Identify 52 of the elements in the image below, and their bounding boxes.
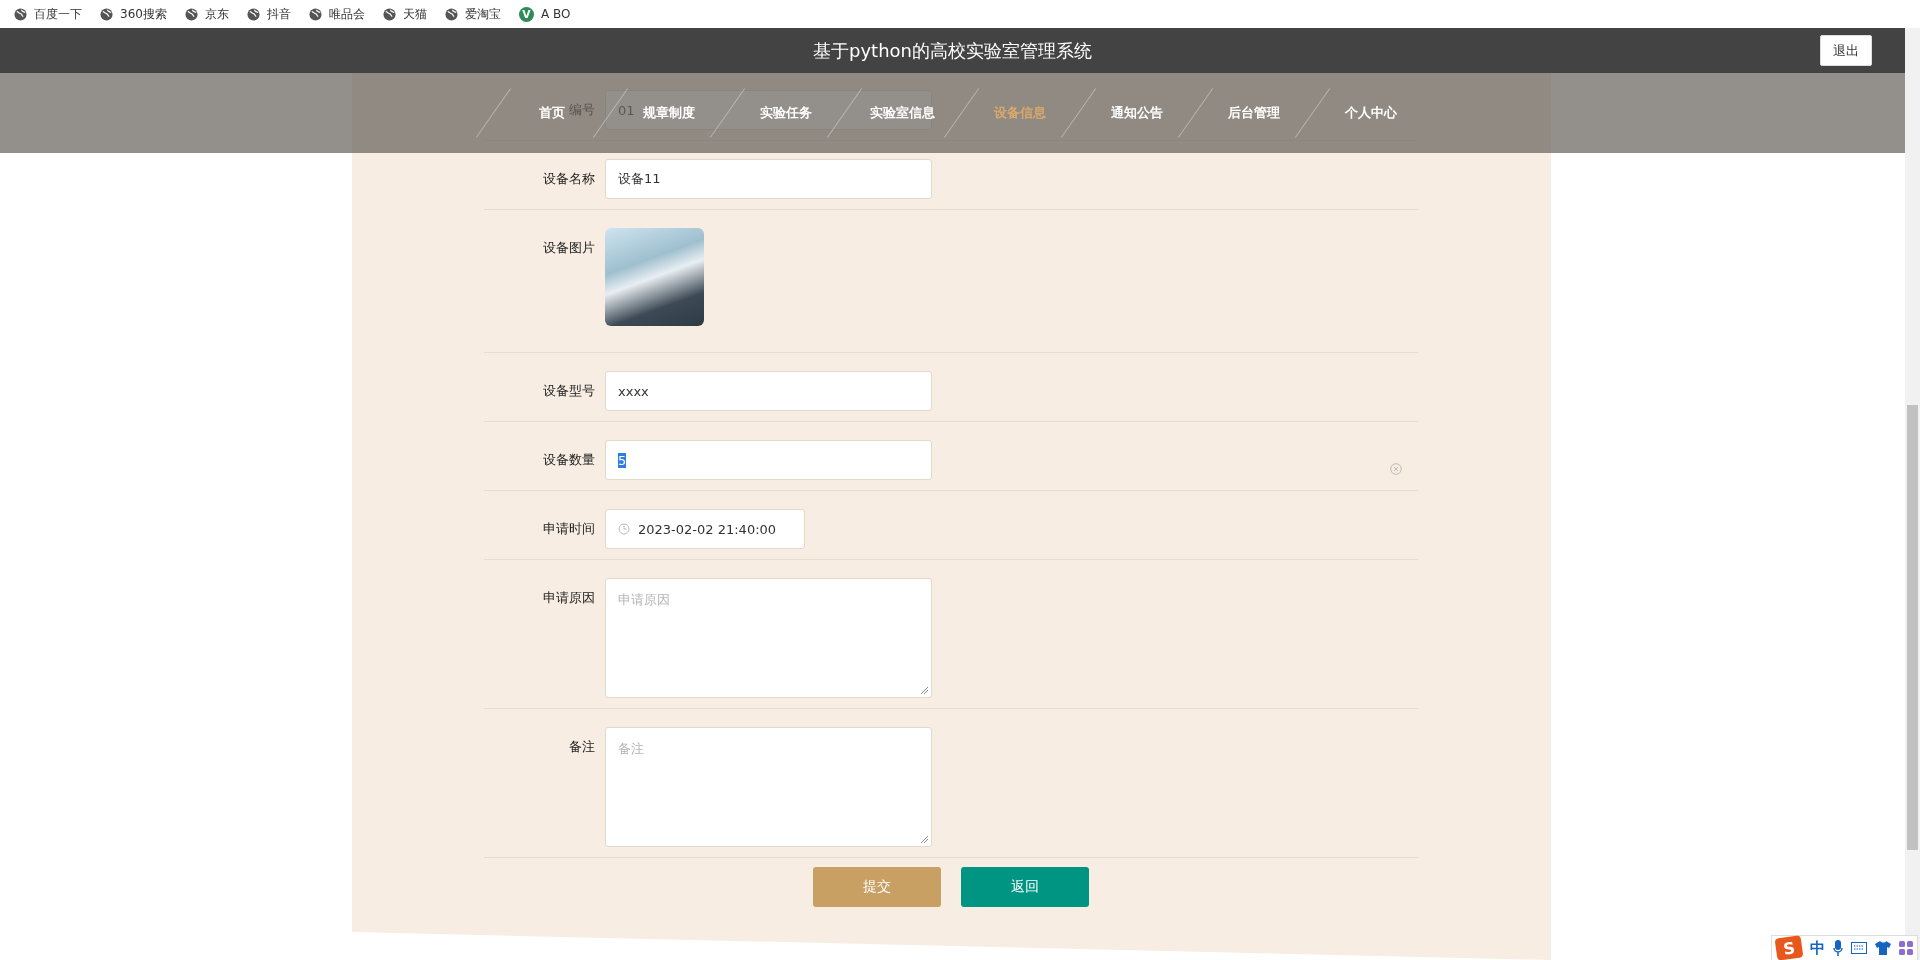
textarea-field[interactable]: 备注 xyxy=(605,727,932,847)
scrollbar[interactable] xyxy=(1905,28,1920,960)
bookmark-link[interactable]: 唯品会 xyxy=(308,5,365,23)
clock-icon xyxy=(618,523,630,535)
globe-icon xyxy=(100,7,113,21)
ime-logo[interactable]: S xyxy=(1774,935,1804,960)
nav-item[interactable]: 实验任务 xyxy=(759,104,812,122)
bookmark-link[interactable]: 爱淘宝 xyxy=(444,5,501,23)
nav-item[interactable]: 规章制度 xyxy=(642,104,695,122)
submit-button[interactable]: 提交 xyxy=(813,867,941,907)
nav-item[interactable]: 通知公告 xyxy=(1110,104,1163,122)
logout-button[interactable]: 退出 xyxy=(1820,35,1872,66)
globe-icon xyxy=(184,7,198,21)
keyboard-icon[interactable] xyxy=(1851,942,1867,954)
grid-icon[interactable] xyxy=(1899,941,1913,955)
field-label: 申请时间 xyxy=(543,520,595,538)
bookmark-link[interactable]: V A BO xyxy=(518,6,571,22)
field-label: 设备型号 xyxy=(543,382,595,400)
nav-item[interactable]: 后台管理 xyxy=(1227,104,1280,122)
scrollbar-thumb[interactable] xyxy=(1907,405,1918,850)
globe-icon xyxy=(246,7,260,21)
globe-icon xyxy=(382,7,396,21)
input-field[interactable]: xxxx xyxy=(605,371,932,411)
field-label: 编号 xyxy=(569,101,595,119)
bookmark-link[interactable]: 百度一下 xyxy=(14,5,82,23)
textarea-field[interactable]: 申请原因 xyxy=(605,578,932,698)
date-field[interactable]: 2023-02-02 21:40:00 xyxy=(605,509,805,549)
microphone-icon[interactable] xyxy=(1833,940,1843,956)
site-title: 基于python的高校实验室管理系统 xyxy=(813,38,1092,63)
nav-item[interactable]: 首页 xyxy=(538,104,565,122)
globe-icon xyxy=(308,7,322,21)
resize-grip-icon[interactable] xyxy=(920,686,929,695)
bookmark-link[interactable]: 京东 xyxy=(184,5,229,23)
field-label: 备注 xyxy=(569,738,595,756)
field-label: 设备图片 xyxy=(543,239,595,257)
ime-mode[interactable]: 中 xyxy=(1810,938,1825,958)
field-label: 设备名称 xyxy=(543,170,595,188)
field-label: 设备数量 xyxy=(543,451,595,469)
bookmark-link[interactable]: 抖音 xyxy=(246,5,291,23)
resize-grip-icon[interactable] xyxy=(920,835,929,844)
globe-icon xyxy=(444,7,458,21)
globe-icon xyxy=(14,7,27,21)
nav-item[interactable]: 实验室信息 xyxy=(870,104,935,122)
nav-item[interactable]: 个人中心 xyxy=(1344,104,1397,122)
input-field[interactable]: 5 xyxy=(605,440,932,480)
field-label: 申请原因 xyxy=(543,589,595,607)
shirt-icon[interactable] xyxy=(1875,941,1891,955)
input-field[interactable]: 设备11 xyxy=(605,159,932,199)
back-button[interactable]: 返回 xyxy=(961,867,1089,907)
badge-icon: V xyxy=(518,6,534,22)
bookmark-link[interactable]: 360搜索 xyxy=(100,5,167,23)
bookmark-link[interactable]: 天猫 xyxy=(382,5,427,23)
